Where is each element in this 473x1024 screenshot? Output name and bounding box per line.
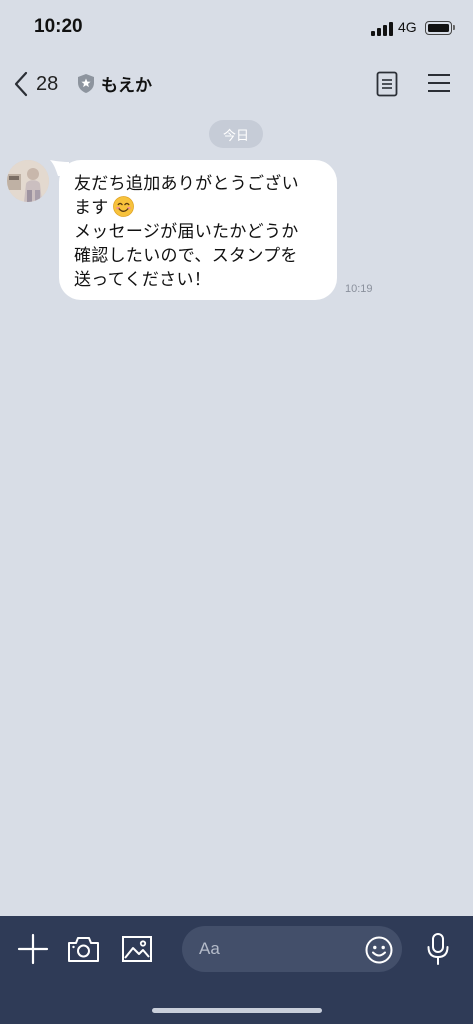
back-button[interactable]: 28 (14, 70, 58, 98)
message-line-with-emoji: ます (74, 196, 323, 220)
message-line: 友だち追加ありがとうござい (74, 174, 299, 194)
menu-icon[interactable] (427, 72, 451, 94)
notes-icon[interactable] (376, 71, 398, 97)
status-bar: 10:20 4G (0, 0, 473, 58)
chevron-left-icon (14, 71, 28, 97)
home-indicator (152, 1008, 322, 1013)
message-line: メッセージが届いたかどうか (74, 222, 299, 242)
message-line: 送ってください！ (74, 270, 212, 290)
message-list[interactable]: 今日 友だち追加ありがとうござい ます メッセージが届いたかどうか 確認したいの… (0, 108, 473, 916)
emoji-icon[interactable] (365, 936, 393, 964)
mic-icon[interactable] (426, 932, 450, 966)
chat-header: 28 もえか (0, 58, 473, 108)
signal-icon (371, 22, 393, 36)
chat-title-group: もえか (77, 71, 152, 96)
camera-icon[interactable] (67, 935, 100, 963)
star-shield-icon (78, 74, 94, 93)
smiling-face-icon (112, 196, 134, 217)
message-line: 確認したいので、スタンプを (74, 246, 298, 266)
avatar[interactable] (7, 160, 49, 202)
message-bubble[interactable]: 友だち追加ありがとうござい ます メッセージが届いたかどうか 確認したいので、ス… (59, 160, 337, 300)
battery-icon (425, 21, 455, 35)
message-timestamp: 10:19 (345, 283, 373, 295)
plus-icon[interactable] (17, 933, 49, 965)
image-icon[interactable] (121, 935, 153, 963)
input-bar: Aa (0, 916, 473, 1024)
network-label: 4G (398, 19, 417, 35)
date-separator: 今日 (209, 120, 263, 148)
status-time: 10:20 (34, 16, 83, 37)
message-line: ます (74, 198, 109, 218)
message-input-placeholder: Aa (199, 939, 220, 958)
avatar-image (7, 160, 49, 202)
unread-count: 28 (36, 72, 59, 95)
chat-title: もえか (101, 76, 152, 96)
